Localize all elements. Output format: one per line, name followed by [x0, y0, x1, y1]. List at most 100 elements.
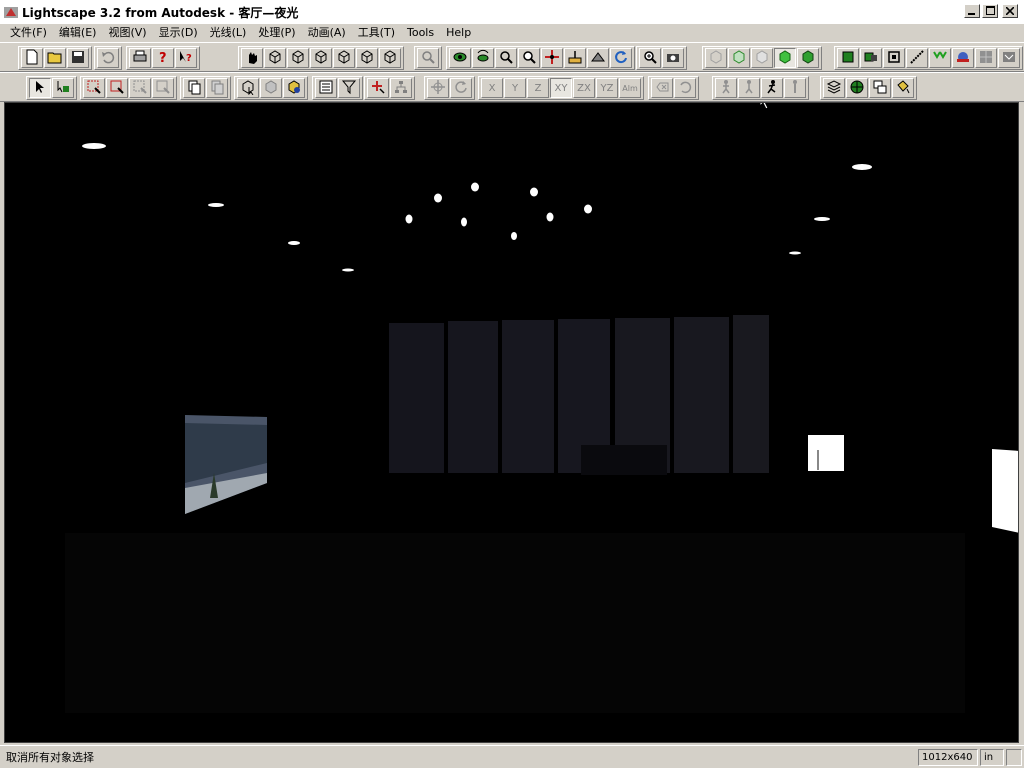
block-button[interactable] — [860, 48, 882, 68]
lightscape-app-icon[interactable] — [3, 4, 19, 20]
hierarchy-button[interactable] — [390, 78, 412, 98]
box-select-toolbar-group — [80, 76, 177, 100]
menu-view[interactable]: 视图(V) — [102, 25, 152, 41]
menu-tools-cn[interactable]: 工具(T) — [352, 25, 401, 41]
axis-x-button[interactable]: X — [481, 78, 503, 98]
select-group-button[interactable] — [52, 78, 74, 98]
crossing-select-icon — [109, 79, 125, 98]
zoom-toolbar-group — [636, 46, 687, 70]
delete-button[interactable] — [651, 78, 673, 98]
ruler-button[interactable] — [906, 48, 928, 68]
hidden-line-button[interactable] — [751, 48, 773, 68]
view-bottom-button[interactable] — [379, 48, 401, 68]
walk-run-button[interactable] — [761, 78, 783, 98]
open-file-button[interactable] — [44, 48, 66, 68]
rotate-button[interactable] — [450, 78, 472, 98]
walk-forward-button[interactable] — [715, 78, 737, 98]
menu-light[interactable]: 光线(L) — [204, 25, 253, 41]
layer-stack-button[interactable] — [823, 78, 845, 98]
menu-tools[interactable]: Tools — [401, 25, 440, 41]
status-units: in — [980, 748, 1004, 766]
new-file-button[interactable] — [21, 48, 43, 68]
wireframe-button[interactable] — [705, 48, 727, 68]
fly-button[interactable] — [587, 48, 609, 68]
pan-button[interactable] — [541, 48, 563, 68]
cube-icon — [336, 49, 352, 68]
select-view-button[interactable] — [241, 48, 263, 68]
view-back-button[interactable] — [287, 48, 309, 68]
context-help-button[interactable]: ? — [175, 48, 197, 68]
object-select-icon — [240, 79, 256, 98]
photometric-button[interactable] — [998, 48, 1020, 68]
object-props-button[interactable] — [260, 78, 282, 98]
view-right-button[interactable] — [333, 48, 355, 68]
walk-button[interactable] — [564, 48, 586, 68]
textured-button[interactable] — [797, 48, 819, 68]
bucket-button[interactable] — [892, 78, 914, 98]
deselect-box-button[interactable] — [129, 78, 151, 98]
texture-button[interactable] — [975, 48, 997, 68]
paste-button[interactable] — [206, 78, 228, 98]
scene-render — [5, 103, 1018, 742]
box-select-button[interactable] — [83, 78, 105, 98]
3d-viewport[interactable] — [4, 102, 1019, 743]
crossing-select-button[interactable] — [106, 78, 128, 98]
axis-zx-button[interactable]: ZX — [573, 78, 595, 98]
refresh-icon — [613, 49, 629, 68]
axis-z-button[interactable]: Z — [527, 78, 549, 98]
print-button[interactable] — [129, 48, 151, 68]
zoom-window-button[interactable] — [518, 48, 540, 68]
move-button[interactable] — [427, 78, 449, 98]
minimize-button[interactable] — [964, 4, 980, 18]
view-left-button[interactable] — [310, 48, 332, 68]
object-material-button[interactable] — [283, 78, 305, 98]
material-button[interactable] — [952, 48, 974, 68]
zoom-in-button[interactable] — [639, 48, 661, 68]
globe-button[interactable] — [846, 78, 868, 98]
walk-look-button[interactable] — [738, 78, 760, 98]
rotate-view-button[interactable] — [472, 48, 494, 68]
rotate-eye-icon — [475, 49, 491, 68]
add-point-button[interactable] — [367, 78, 389, 98]
deselect-crossing-button[interactable] — [152, 78, 174, 98]
select-arrow-button[interactable] — [29, 78, 51, 98]
instances-button[interactable] — [883, 48, 905, 68]
view-front-button[interactable] — [264, 48, 286, 68]
undo-transform-button[interactable] — [674, 78, 696, 98]
maximize-button[interactable] — [982, 4, 998, 18]
axis-xy-button[interactable]: XY — [550, 78, 572, 98]
menu-help[interactable]: Help — [440, 25, 477, 41]
zoom-button[interactable] — [495, 48, 517, 68]
windows-button[interactable] — [869, 78, 891, 98]
undo-button[interactable] — [97, 48, 119, 68]
menu-file[interactable]: 文件(F) — [4, 25, 53, 41]
walk-stand-button[interactable] — [784, 78, 806, 98]
list-button[interactable] — [315, 78, 337, 98]
filter-button[interactable] — [338, 78, 360, 98]
light-sources-button[interactable] — [929, 48, 951, 68]
copy-button[interactable] — [183, 78, 205, 98]
menu-animation[interactable]: 动画(A) — [302, 25, 352, 41]
view-top-button[interactable] — [356, 48, 378, 68]
layer-stack-icon — [826, 79, 842, 98]
zoom-extents-button[interactable] — [417, 48, 439, 68]
axis-yz-button[interactable]: YZ — [596, 78, 618, 98]
camera-toolbar-group — [446, 46, 635, 70]
solid-button[interactable] — [774, 48, 796, 68]
help-button[interactable]: ? — [152, 48, 174, 68]
refresh-view-button[interactable] — [610, 48, 632, 68]
wireframe-cube-icon — [708, 49, 724, 68]
outline-button[interactable] — [728, 48, 750, 68]
orbit-button[interactable] — [449, 48, 471, 68]
status-bar: 取消所有对象选择 1012x640 in — [0, 745, 1024, 768]
axis-y-button[interactable]: Y — [504, 78, 526, 98]
save-button[interactable] — [67, 48, 89, 68]
menu-edit[interactable]: 编辑(E) — [53, 25, 103, 41]
layers-button[interactable] — [837, 48, 859, 68]
object-select-button[interactable] — [237, 78, 259, 98]
menu-display[interactable]: 显示(D) — [153, 25, 204, 41]
close-button[interactable] — [1002, 4, 1018, 18]
axis-aim-button[interactable]: Alm — [619, 78, 641, 98]
menu-process[interactable]: 处理(P) — [252, 25, 301, 41]
camera-button[interactable] — [662, 48, 684, 68]
